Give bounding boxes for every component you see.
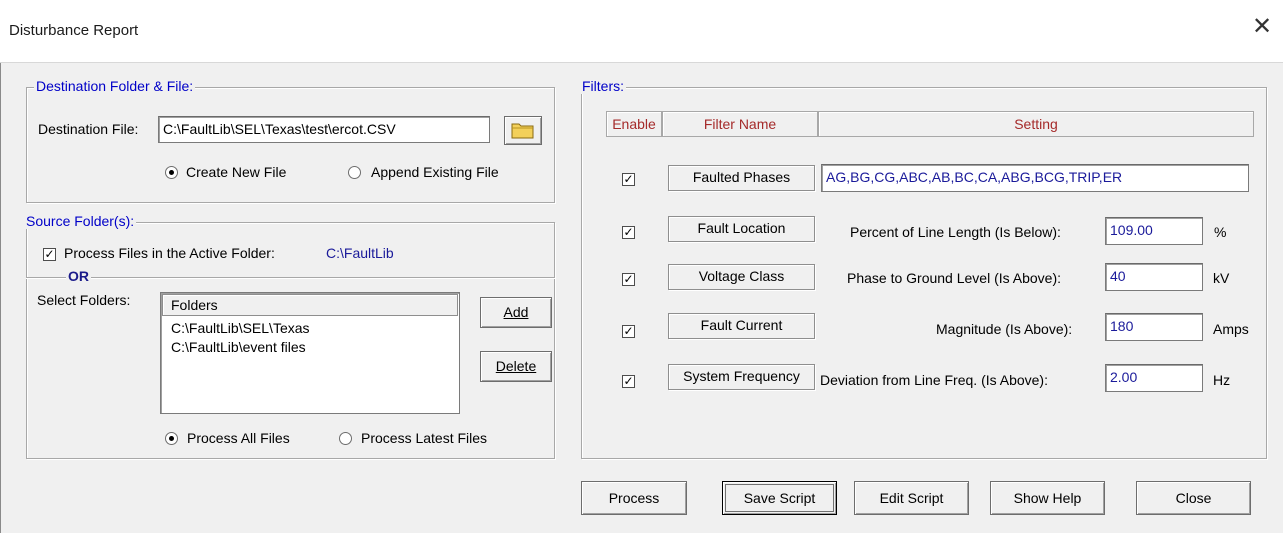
fault-location-unit: %	[1214, 224, 1227, 240]
system-frequency-filter-name: System Frequency	[668, 364, 815, 390]
show-help-button-label: Show Help	[1013, 490, 1082, 506]
process-latest-files-label[interactable]: Process Latest Files	[361, 430, 487, 446]
close-button-label: Close	[1175, 490, 1212, 506]
system-frequency-input[interactable]: 2.00	[1105, 364, 1203, 392]
create-new-file-label[interactable]: Create New File	[186, 164, 286, 180]
save-script-button-label: Save Script	[743, 490, 816, 506]
fault-current-unit: Amps	[1213, 321, 1249, 337]
voltage-class-setting-label: Phase to Ground Level (Is Above):	[847, 270, 1062, 286]
setting-column-header: Setting	[818, 111, 1254, 137]
voltage-class-filter-name: Voltage Class	[668, 264, 815, 290]
process-button-label: Process	[608, 490, 660, 506]
enable-column-header: Enable	[606, 111, 662, 137]
browse-folder-button[interactable]	[504, 116, 542, 145]
destination-file-label: Destination File:	[38, 121, 139, 137]
edit-script-button[interactable]: Edit Script	[854, 481, 969, 515]
faulted-phases-input[interactable]: AG,BG,CG,ABC,AB,BC,CA,ABG,BCG,TRIP,ER	[821, 164, 1249, 192]
destination-file-input[interactable]: C:\FaultLib\SEL\Texas\test\ercot.CSV	[158, 116, 490, 143]
folder-icon	[511, 123, 534, 139]
active-folder-path: C:\FaultLib	[326, 245, 394, 261]
show-help-button[interactable]: Show Help	[990, 481, 1105, 515]
window-title: Disturbance Report	[9, 22, 139, 39]
folder-list-item[interactable]: C:\FaultLib\SEL\Texas	[171, 319, 459, 338]
fault-current-enable-checkbox[interactable]: ✓	[622, 325, 635, 338]
system-frequency-enable-checkbox[interactable]: ✓	[622, 375, 635, 388]
close-window-icon[interactable]: ✕	[1251, 15, 1273, 39]
process-all-files-radio[interactable]	[165, 432, 178, 445]
process-all-files-label[interactable]: Process All Files	[187, 430, 290, 446]
title-bar: Disturbance Report ✕	[0, 0, 1283, 63]
fault-location-setting-label: Percent of Line Length (Is Below):	[850, 224, 1061, 240]
add-label: Add	[503, 304, 529, 320]
system-frequency-unit: Hz	[1213, 372, 1231, 388]
save-script-button[interactable]: Save Script	[722, 481, 837, 515]
add-folder-button[interactable]: Add	[480, 297, 552, 328]
fault-location-enable-checkbox[interactable]: ✓	[622, 226, 635, 239]
source-group-label: Source Folder(s):	[24, 213, 137, 229]
delete-label: Delete	[495, 358, 537, 374]
folders-column-header[interactable]: Folders	[162, 294, 458, 316]
create-new-file-radio[interactable]	[165, 166, 178, 179]
process-active-folder-checkbox[interactable]: ✓	[43, 248, 56, 261]
voltage-class-enable-checkbox[interactable]: ✓	[622, 273, 635, 286]
folders-listbox[interactable]: Folders C:\FaultLib\SEL\Texas C:\FaultLi…	[160, 292, 460, 414]
faulted-phases-enable-checkbox[interactable]: ✓	[622, 173, 635, 186]
folder-list-item[interactable]: C:\FaultLib\event files	[171, 338, 459, 357]
system-frequency-setting-label: Deviation from Line Freq. (Is Above):	[820, 372, 1048, 388]
fault-location-input[interactable]: 109.00	[1105, 217, 1203, 245]
select-folders-label: Select Folders:	[37, 292, 131, 308]
process-active-folder-label[interactable]: Process Files in the Active Folder:	[64, 245, 275, 261]
filters-group-label: Filters:	[580, 78, 626, 94]
fault-current-filter-name: Fault Current	[668, 313, 815, 339]
append-existing-file-radio[interactable]	[348, 166, 361, 179]
filter-name-column-header: Filter Name	[662, 111, 818, 137]
voltage-class-unit: kV	[1213, 270, 1230, 286]
edit-script-button-label: Edit Script	[879, 490, 944, 506]
voltage-class-input[interactable]: 40	[1105, 263, 1203, 291]
fault-location-filter-name: Fault Location	[668, 216, 815, 242]
fault-current-input[interactable]: 180	[1105, 313, 1203, 341]
destination-group-label: Destination Folder & File:	[34, 78, 196, 94]
or-divider	[26, 277, 555, 279]
faulted-phases-filter-name: Faulted Phases	[668, 165, 815, 191]
append-existing-file-label[interactable]: Append Existing File	[371, 164, 499, 180]
or-label: OR	[66, 268, 91, 284]
destination-group	[26, 87, 555, 203]
fault-current-setting-label: Magnitude (Is Above):	[936, 321, 1073, 337]
process-latest-files-radio[interactable]	[339, 432, 352, 445]
process-button[interactable]: Process	[581, 481, 687, 515]
close-button[interactable]: Close	[1136, 481, 1251, 515]
delete-folder-button[interactable]: Delete	[480, 351, 552, 382]
